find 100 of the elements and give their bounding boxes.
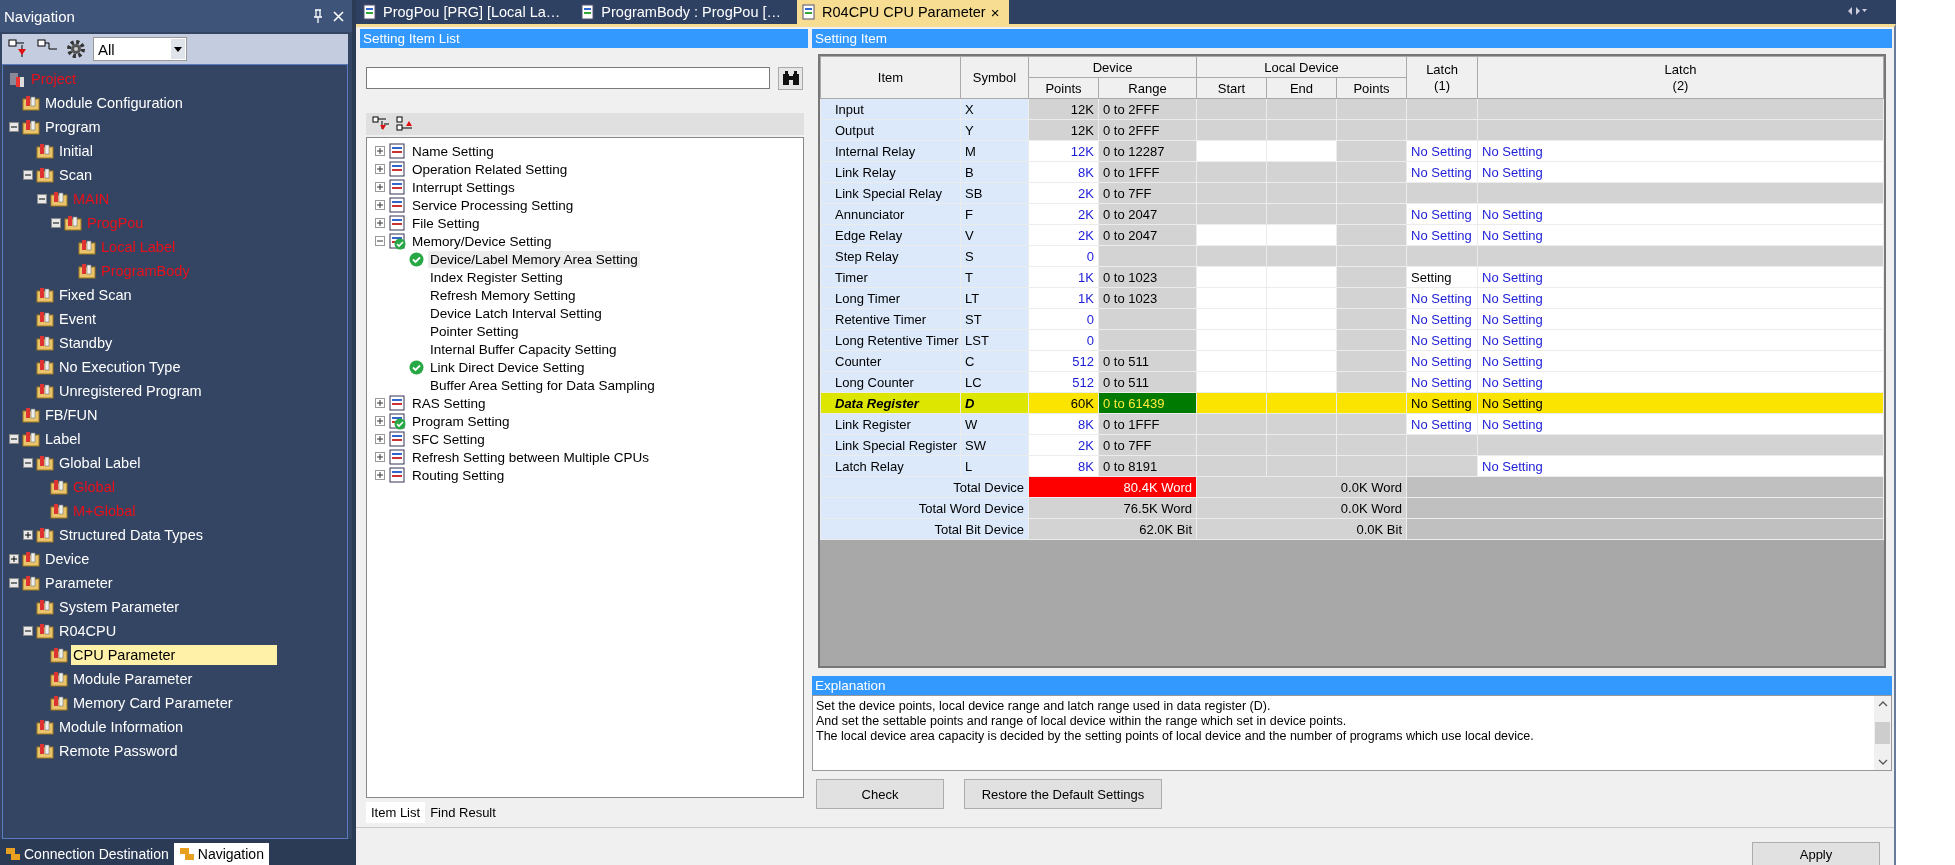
table-cell[interactable]: No Setting — [1477, 413, 1884, 435]
tree-item[interactable]: Refresh Setting between Multiple CPUs — [410, 448, 652, 466]
table-cell[interactable]: No Setting — [1477, 224, 1884, 246]
scroll-down-icon[interactable] — [1877, 758, 1888, 766]
filter-dropdown[interactable]: All — [93, 37, 187, 61]
tree-item[interactable]: Index Register Setting — [428, 268, 565, 286]
tree-item[interactable]: Standby — [57, 333, 117, 353]
expand-icon[interactable] — [375, 146, 385, 156]
restore-defaults-button[interactable]: Restore the Default Settings — [964, 779, 1162, 809]
tree-item[interactable]: FB/FUN — [43, 405, 102, 425]
tree-item[interactable]: Internal Buffer Capacity Setting — [428, 340, 619, 358]
tree-item[interactable]: Module Configuration — [43, 93, 187, 113]
tree-item[interactable]: Structured Data Types — [57, 525, 207, 545]
table-cell[interactable]: No Setting — [1477, 161, 1884, 183]
table-cell[interactable]: No Setting — [1477, 371, 1884, 393]
table-cell[interactable]: No Setting — [1477, 329, 1884, 351]
tree-item[interactable]: R04CPU — [57, 621, 121, 641]
tree-item[interactable]: Routing Setting — [410, 466, 507, 484]
tab-scroll-icon[interactable] — [1846, 6, 1868, 16]
editor-tab[interactable]: R04CPU CPU Parameter × — [797, 0, 1010, 24]
table-cell[interactable]: No Setting — [1477, 350, 1884, 372]
settings-icon[interactable] — [64, 37, 88, 61]
tree-item[interactable]: Fixed Scan — [57, 285, 136, 305]
expand-icon[interactable] — [375, 398, 385, 408]
collapse-icon[interactable] — [375, 236, 385, 246]
tree-item[interactable]: SFC Setting — [410, 430, 487, 448]
tree-item[interactable]: CPU Parameter — [71, 645, 277, 665]
tree-item[interactable]: Interrupt Settings — [410, 178, 517, 196]
tree-item[interactable]: Operation Related Setting — [410, 160, 570, 178]
folder-icon — [78, 238, 96, 256]
collapse-all-icon[interactable] — [396, 116, 414, 132]
document-icon — [801, 4, 818, 20]
collapse-icon[interactable] — [37, 194, 47, 204]
expand-icon[interactable] — [23, 530, 33, 540]
editor-tab[interactable]: ProgramBody : ProgPou [… — [576, 0, 792, 24]
expand-icon[interactable] — [9, 554, 19, 564]
tree-item[interactable]: File Setting — [410, 214, 482, 232]
check-button[interactable]: Check — [816, 779, 944, 809]
collapse-icon[interactable] — [51, 218, 61, 228]
tree-item[interactable]: System Parameter — [57, 597, 184, 617]
tree-item[interactable]: Device — [43, 549, 94, 569]
tree-item[interactable]: Memory Card Parameter — [71, 693, 237, 713]
tree-item[interactable]: Name Setting — [410, 142, 496, 160]
apply-button[interactable]: Apply — [1752, 842, 1880, 865]
tree-item[interactable]: Buffer Area Setting for Data Sampling — [428, 376, 657, 394]
collapse-icon[interactable] — [9, 122, 19, 132]
expand-icon[interactable] — [375, 416, 385, 426]
tree-item[interactable]: Program Setting — [410, 412, 512, 430]
expand-icon[interactable] — [375, 218, 385, 228]
expand-all-icon[interactable] — [372, 116, 390, 132]
tree-item[interactable]: Scan — [57, 165, 97, 185]
table-cell[interactable]: No Setting — [1477, 455, 1884, 477]
tree-item[interactable]: Memory/Device Setting — [410, 232, 554, 250]
tree-item[interactable]: Unregistered Program — [57, 381, 206, 401]
tree-item[interactable]: Initial — [57, 141, 97, 161]
scrollbar[interactable] — [1874, 696, 1891, 770]
collapse-icon[interactable] — [9, 578, 19, 588]
search-field[interactable] — [366, 67, 770, 89]
tree-item[interactable]: Module Parameter — [71, 669, 197, 689]
tree-item[interactable]: Global Label — [57, 453, 145, 473]
scroll-up-icon[interactable] — [1877, 700, 1888, 708]
table-cell[interactable]: No Setting — [1477, 203, 1884, 225]
tree-item[interactable]: Program — [43, 117, 105, 137]
expand-icon[interactable] — [375, 470, 385, 480]
expand-icon[interactable] — [375, 164, 385, 174]
panel-tab[interactable]: Find Result — [425, 802, 501, 823]
table-cell[interactable]: No Setting — [1477, 287, 1884, 309]
table-cell[interactable]: No Setting — [1477, 266, 1884, 288]
expand-icon[interactable] — [375, 434, 385, 444]
close-icon[interactable] — [333, 10, 344, 22]
table-cell[interactable]: No Setting — [1477, 392, 1884, 414]
tree-item[interactable]: Pointer Setting — [428, 322, 521, 340]
expand-icon[interactable] — [375, 182, 385, 192]
tree-item[interactable]: Module Information — [57, 717, 188, 737]
expand-icon[interactable] — [375, 200, 385, 210]
collapse-icon[interactable] — [23, 170, 33, 180]
tree-item[interactable]: Refresh Memory Setting — [428, 286, 578, 304]
tree-item[interactable]: Device Latch Interval Setting — [428, 304, 604, 322]
tree-item[interactable]: RAS Setting — [410, 394, 488, 412]
table-cell[interactable]: No Setting — [1477, 140, 1884, 162]
search-button[interactable] — [778, 66, 803, 90]
tree-item[interactable]: Parameter — [43, 573, 117, 593]
tree-item[interactable]: Remote Password — [57, 741, 182, 761]
table-cell[interactable]: No Setting — [1477, 308, 1884, 330]
table-cell: Total Bit Device — [820, 518, 1029, 540]
editor-tab[interactable]: ProgPou [PRG] [Local La… — [358, 0, 571, 24]
collapse-icon[interactable] — [9, 434, 19, 444]
tree-item[interactable]: Label — [43, 429, 85, 449]
panel-tab[interactable]: Connection Destination — [0, 843, 174, 865]
collapse-icon[interactable] — [23, 626, 33, 636]
tree-item[interactable]: Link Direct Device Setting — [428, 358, 587, 376]
pin-icon[interactable] — [313, 9, 323, 23]
tree-item[interactable]: No Execution Type — [57, 357, 185, 377]
tree-item[interactable]: Event — [57, 309, 101, 329]
expand-icon[interactable] — [375, 452, 385, 462]
panel-tab[interactable]: Navigation — [173, 843, 269, 865]
tree-item[interactable]: Service Processing Setting — [410, 196, 576, 214]
collapse-icon[interactable] — [23, 458, 33, 468]
tree-item[interactable]: Device/Label Memory Area Setting — [428, 250, 640, 268]
panel-tab[interactable]: Item List — [366, 802, 426, 823]
